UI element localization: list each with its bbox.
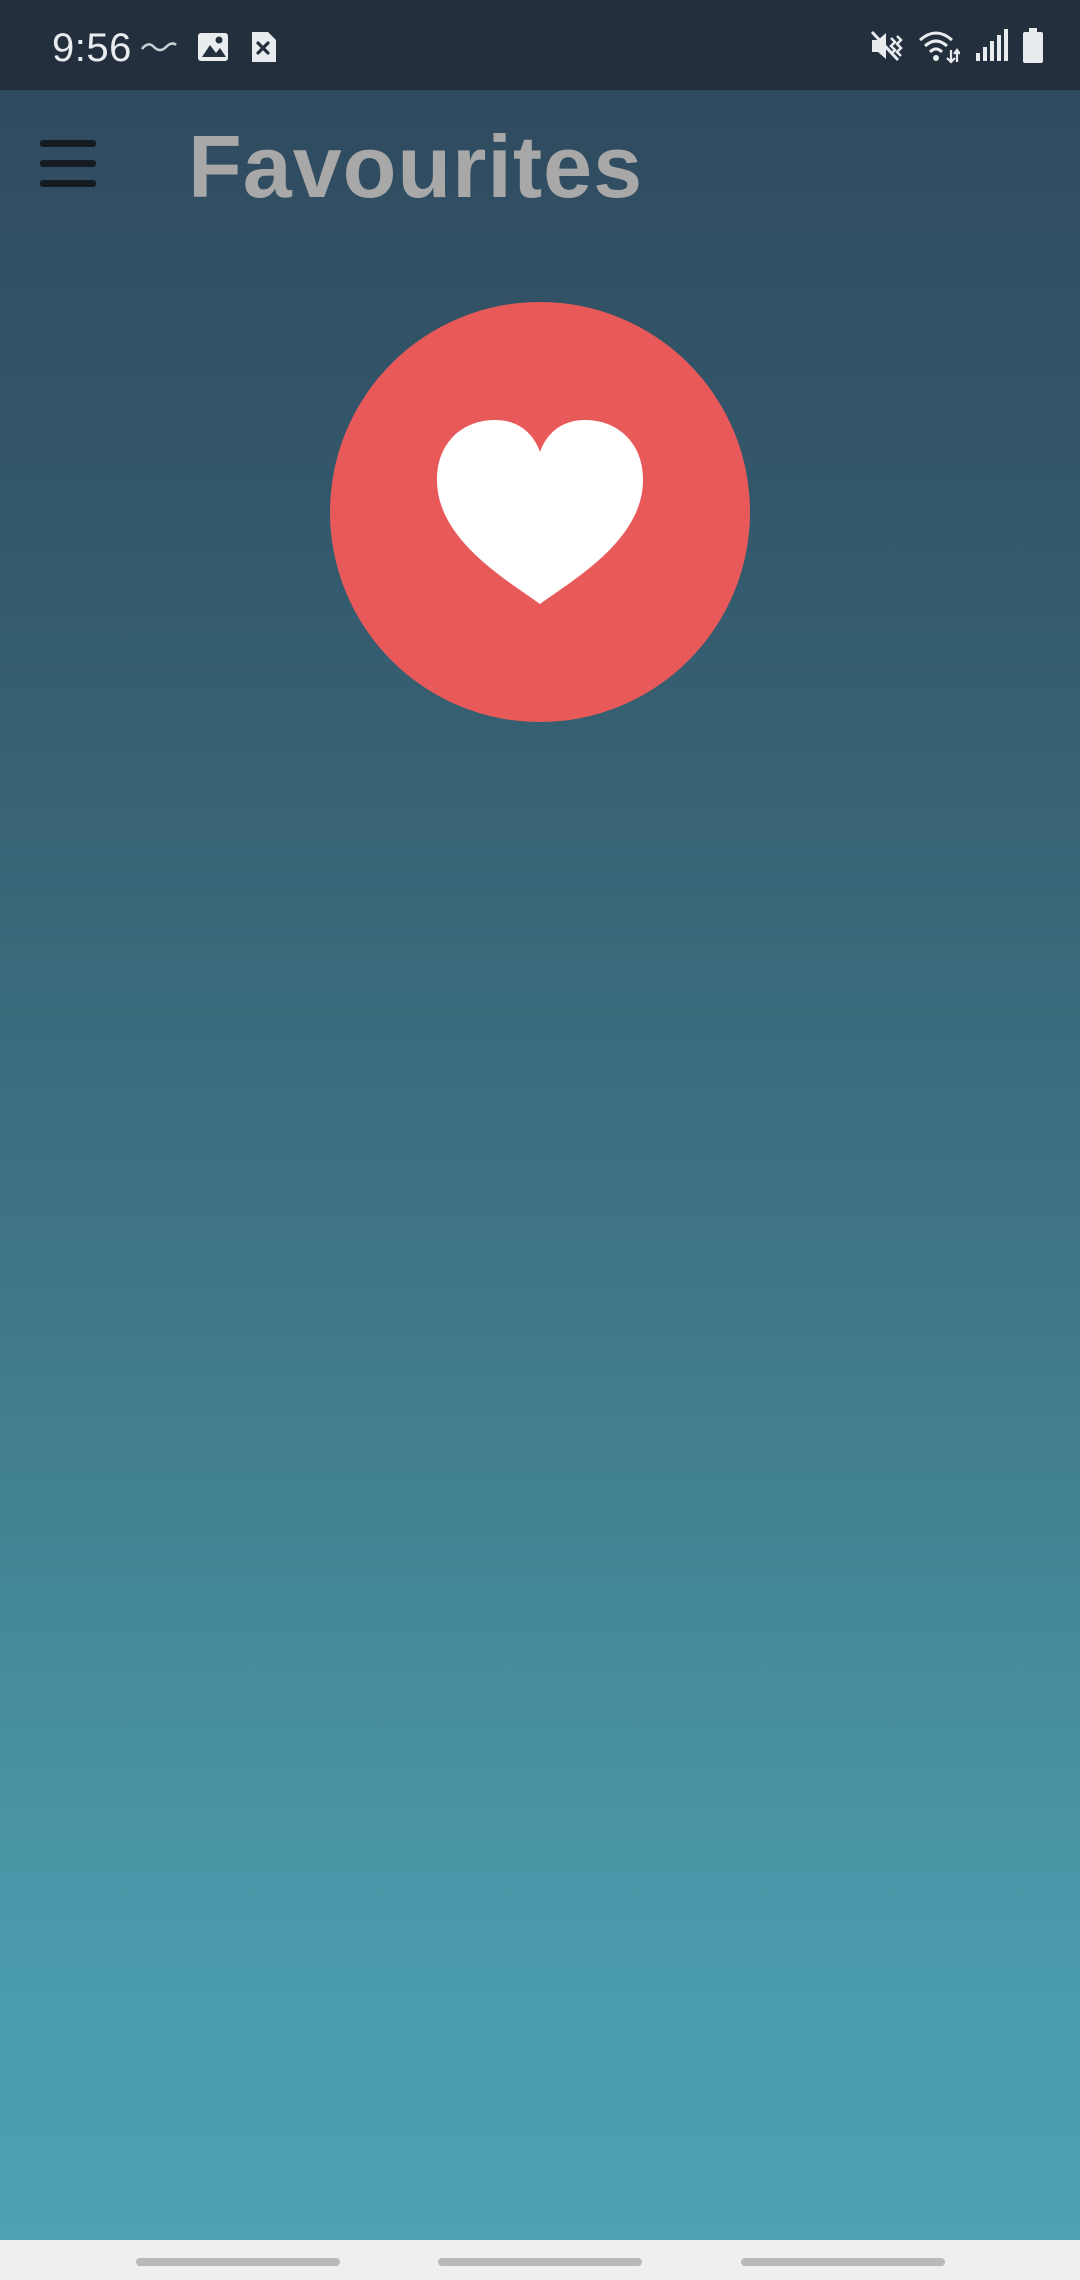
status-time: 9:56 [52,26,132,70]
status-left-icons [140,30,278,64]
menu-line [40,179,96,187]
app-bar: Favourites [0,90,1080,240]
heart-icon [437,420,643,604]
hamburger-menu-icon[interactable] [40,130,106,196]
page-title: Favourites [188,117,644,216]
battery-icon [1022,28,1044,64]
status-right-icons [868,28,1044,64]
signal-icon [974,29,1008,63]
nav-handle-right[interactable] [741,2258,945,2266]
menu-line [40,139,96,147]
status-bar: 9:56 [0,0,1080,90]
menu-line [40,159,96,167]
favourites-badge [330,302,750,722]
wave-icon [140,37,178,57]
wifi-icon [918,28,960,64]
system-nav-bar [0,2240,1080,2280]
nav-handle-center[interactable] [438,2258,642,2266]
favourites-screen: 9:56 Favourites [0,0,1080,2280]
close-box-icon [248,30,278,64]
image-icon [196,31,230,63]
vibrate-mute-icon [868,28,904,64]
nav-handle-left[interactable] [136,2258,340,2266]
